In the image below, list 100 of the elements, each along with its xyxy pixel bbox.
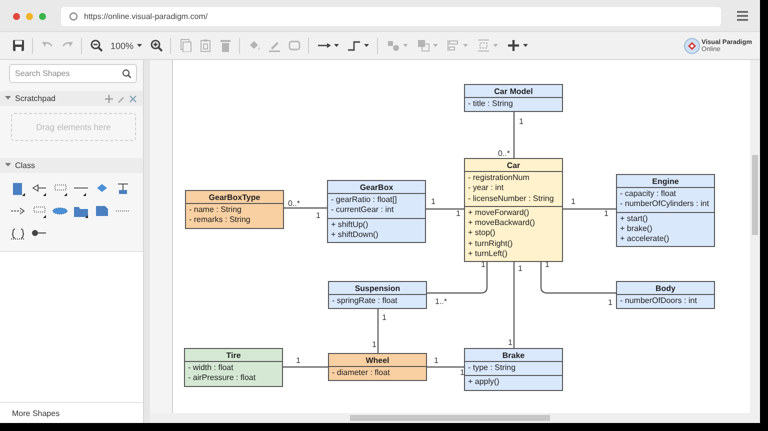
rounded-rectangle-icon: [288, 39, 300, 52]
stacked-squares-icon: [416, 39, 430, 52]
multiplicity-label: 0..*: [498, 149, 510, 158]
class-attribute: - springRate : float: [332, 296, 398, 306]
class-attribute: - numberOfCylinders : int: [620, 199, 710, 210]
search-field[interactable]: Search Shapes: [9, 64, 137, 83]
class-attribute: - year : int: [468, 183, 505, 194]
class-operation: + accelerate(): [620, 234, 670, 244]
class-name: Car Model: [493, 86, 534, 97]
distribute-icon: [476, 39, 490, 52]
class-attribute: - remarks : String: [189, 215, 252, 226]
class-operation: + apply(): [468, 377, 500, 388]
class-operation: + stop(): [468, 228, 496, 239]
window-dot-icon: [26, 12, 33, 20]
class-operation: + shiftDown(): [331, 230, 380, 240]
multiplicity-label: 1: [608, 298, 612, 307]
class-attribute: - name : String: [189, 205, 242, 216]
multiplicity-label: 0..*: [288, 199, 300, 208]
address-bar[interactable]: https://online.visual-paradigm.com/: [61, 6, 721, 26]
url-text: https://online.visual-paradigm.com/: [84, 12, 208, 20]
class-attribute: - airPressure : float: [188, 373, 257, 384]
class-name: GearBoxType: [208, 192, 262, 203]
paint-bucket-icon: [248, 39, 260, 52]
multiplicity-label: 1: [519, 117, 524, 126]
interface-icon[interactable]: [115, 182, 131, 197]
multiplicity-label: 1..*: [435, 297, 448, 306]
drop-zone: Drag elements here: [11, 113, 136, 141]
close-icon[interactable]: [129, 94, 137, 102]
copy-icon: [178, 39, 192, 52]
section-title: Class: [15, 161, 36, 170]
logo-icon: [684, 38, 700, 54]
paste-icon: [198, 39, 212, 52]
class-name: Car: [506, 160, 522, 171]
class-operation: + moveForward(): [468, 208, 530, 218]
class-operation: + turnLeft(): [468, 249, 508, 260]
search-input[interactable]: Search Shapes: [15, 69, 122, 78]
elbow-line-icon: [348, 39, 360, 52]
inheritance-arrow-icon[interactable]: [31, 182, 47, 197]
operation-list-icon[interactable]: [31, 204, 47, 219]
window-dot-icon: [39, 12, 46, 20]
align-icon: [446, 39, 460, 52]
multiplicity-label: 1: [372, 340, 376, 349]
multiplicity-label: 1: [316, 211, 320, 220]
multiplicity-label: 1: [571, 197, 576, 206]
multiplicity-label: 1: [604, 209, 608, 218]
note-icon[interactable]: [94, 204, 110, 219]
plus-icon[interactable]: [105, 94, 113, 102]
zoom-out-icon: [90, 39, 102, 52]
scrollbar-thumb[interactable]: [752, 155, 758, 235]
multiplicity-label: 1: [296, 356, 300, 365]
class-operation: + turnRight(): [468, 238, 514, 250]
class-attribute: - width : float: [188, 363, 234, 374]
class-attribute: - numberOfDoors : int: [620, 296, 698, 306]
class-attribute: - licenseNumber : String: [468, 194, 555, 204]
search-icon: [122, 69, 131, 78]
class-attribute: - type : String: [468, 363, 517, 374]
more-shapes-button[interactable]: More Shapes: [0, 402, 143, 423]
attribute-list-icon[interactable]: [52, 182, 68, 197]
multiplicity-label: 1: [382, 313, 386, 322]
class-name: Wheel: [364, 355, 390, 366]
class-attribute: - registrationNum: [468, 173, 530, 184]
multiplicity-label: 1: [460, 368, 464, 377]
class-attribute: - currentGear : int: [331, 205, 395, 216]
section-header[interactable]: Class: [0, 158, 143, 173]
circle-icon: [69, 12, 78, 20]
menu-icon[interactable]: [737, 11, 748, 21]
folder-icon[interactable]: [73, 204, 89, 219]
class-name: Tire: [225, 350, 242, 361]
multiplicity-label: 1: [508, 338, 512, 347]
plus-icon: [506, 39, 520, 52]
multiplicity-label: 1: [456, 209, 460, 218]
class-attribute: - capacity : float: [620, 189, 678, 200]
class-name: Body: [654, 283, 676, 294]
class-name: Brake: [501, 350, 526, 361]
braces-icon[interactable]: [10, 226, 26, 241]
save-icon: [12, 39, 24, 52]
window-dot-icon: [13, 12, 20, 20]
class-operation: + shiftUp(): [331, 220, 370, 230]
multiplicity-label: 1: [518, 264, 522, 273]
class-attribute: - diameter : float: [332, 368, 391, 378]
class-rectangle-icon[interactable]: [10, 182, 26, 197]
class-attribute: - title : String: [468, 99, 514, 110]
splitter-handle[interactable]: [143, 60, 150, 423]
zoom-level-dropdown[interactable]: 100%: [106, 36, 146, 56]
shapes-icon: [386, 39, 400, 52]
class-operation: + start(): [620, 214, 649, 224]
pencil-icon[interactable]: [117, 94, 125, 102]
section-header[interactable]: Scratchpad: [0, 91, 143, 106]
scrollbar-thumb[interactable]: [350, 415, 550, 421]
trash-icon: [218, 39, 232, 52]
class-attribute: - gearRatio : float[]: [331, 195, 398, 206]
multiplicity-label: 1: [434, 356, 438, 365]
class-operation: + brake(): [620, 224, 654, 234]
pencil-icon: [268, 39, 280, 52]
zoom-in-icon: [150, 39, 162, 52]
class-name: Engine: [651, 176, 680, 187]
class-name: Suspension: [354, 283, 402, 294]
class-name: GearBox: [358, 182, 394, 193]
multiplicity-label: 1: [431, 197, 436, 206]
section-title: Scratchpad: [15, 94, 56, 103]
